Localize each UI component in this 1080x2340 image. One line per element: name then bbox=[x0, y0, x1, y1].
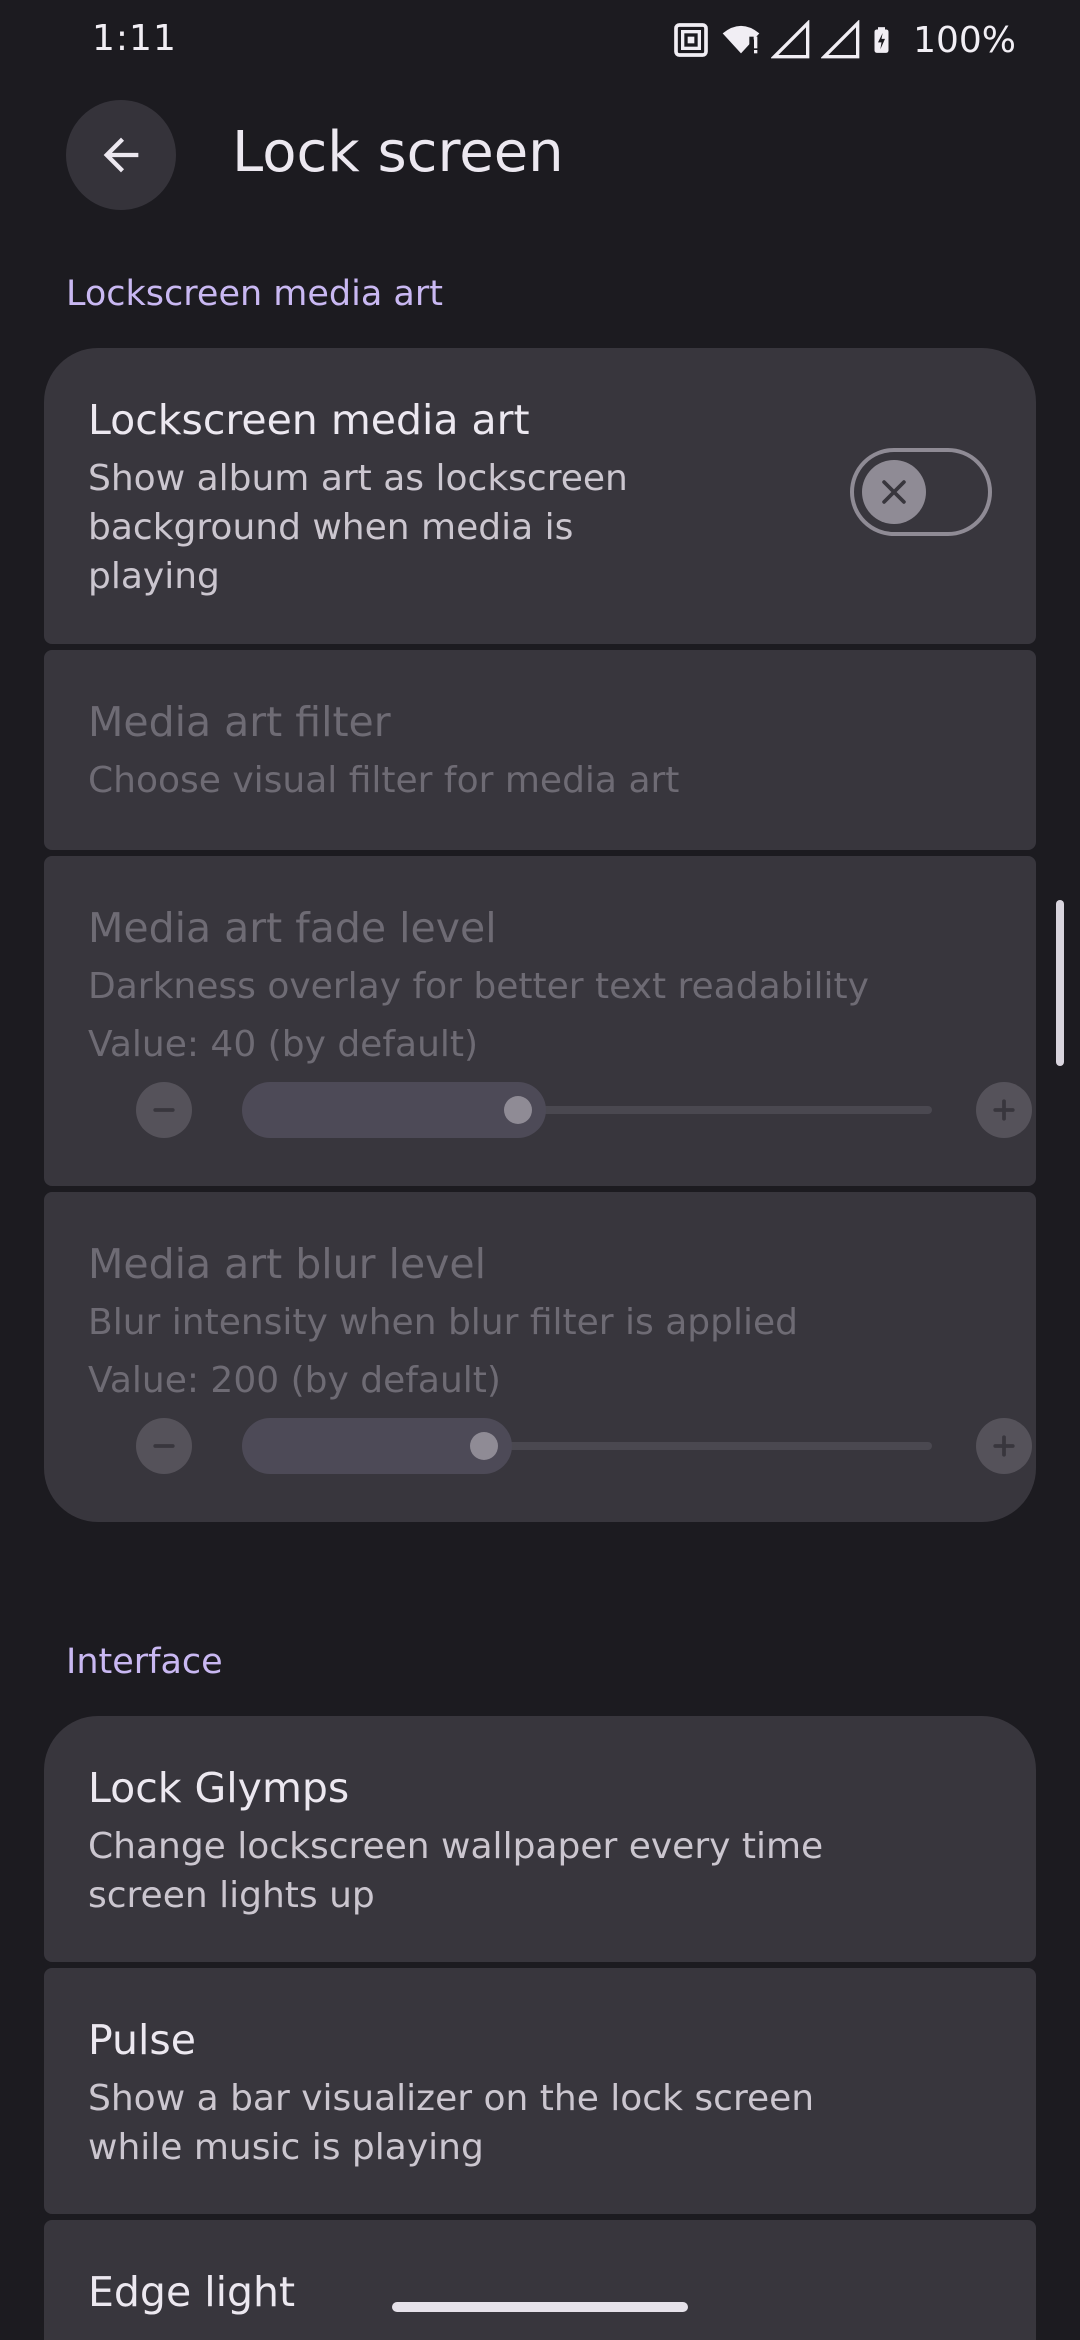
subtitle-line: background when media is bbox=[88, 507, 574, 548]
lock-screen-settings: 1:11 100% Lock screen Lockscreen media a… bbox=[0, 0, 1080, 2340]
setting-value: Value: 40 (by default) bbox=[88, 1024, 479, 1065]
subtitle-line: screen lights up bbox=[88, 1875, 375, 1916]
setting-title: Lock Glymps bbox=[88, 1764, 350, 1812]
signal-icon bbox=[771, 20, 810, 59]
setting-value: Value: 200 (by default) bbox=[88, 1360, 501, 1401]
subtitle-line: playing bbox=[88, 556, 220, 597]
setting-subtitle: Change lockscreen wallpaper every time s… bbox=[88, 1822, 823, 1920]
status-icons: 100% bbox=[671, 16, 1016, 64]
battery-charging-icon bbox=[874, 27, 889, 53]
slider-thumb[interactable] bbox=[469, 1432, 498, 1460]
setting-title: Media art filter bbox=[88, 698, 391, 746]
minus-icon bbox=[153, 1108, 175, 1112]
setting-title: Pulse bbox=[88, 2016, 196, 2064]
status-bar: 1:11 100% bbox=[0, 0, 1080, 80]
subtitle-line: while music is playing bbox=[88, 2127, 484, 2168]
setting-subtitle: Blur intensity when blur filter is appli… bbox=[88, 1302, 799, 1343]
setting-media-art-fade-level[interactable]: Media art fade level Darkness overlay fo… bbox=[44, 856, 1036, 1186]
fade-slider-row bbox=[88, 1080, 1032, 1140]
nfc-icon bbox=[674, 23, 708, 57]
page-title: Lock screen bbox=[232, 120, 564, 185]
slider-active-track bbox=[242, 1082, 546, 1138]
arrow-back-icon bbox=[103, 137, 139, 173]
subtitle-line: Show album art as lockscreen bbox=[88, 458, 628, 499]
plus-icon bbox=[993, 1435, 1015, 1457]
close-icon bbox=[882, 480, 906, 504]
toggle-thumb bbox=[862, 460, 926, 524]
setting-media-art-blur-level[interactable]: Media art blur level Blur intensity when… bbox=[44, 1192, 1036, 1522]
minus-icon bbox=[153, 1444, 175, 1448]
setting-title: Lockscreen media art bbox=[88, 396, 530, 444]
setting-subtitle: Darkness overlay for better text readabi… bbox=[88, 966, 869, 1007]
setting-subtitle: Show album art as lockscreen background … bbox=[88, 454, 628, 601]
subtitle-line: Show a bar visualizer on the lock screen bbox=[88, 2078, 815, 2119]
setting-title: Edge light bbox=[88, 2268, 296, 2316]
blur-slider-row bbox=[88, 1416, 1032, 1476]
increase-button[interactable] bbox=[976, 1082, 1032, 1138]
section-header-interface: Interface bbox=[66, 1642, 223, 1682]
setting-lock-glymps[interactable]: Lock Glymps Change lockscreen wallpaper … bbox=[44, 1716, 1036, 1962]
slider-thumb[interactable] bbox=[504, 1096, 532, 1124]
setting-edge-light[interactable]: Edge light bbox=[44, 2220, 1036, 2340]
increase-button[interactable] bbox=[976, 1418, 1032, 1474]
signal-icon bbox=[821, 20, 860, 59]
media-art-toggle[interactable] bbox=[850, 448, 992, 536]
setting-pulse[interactable]: Pulse Show a bar visualizer on the lock … bbox=[44, 1968, 1036, 2214]
wifi-icon bbox=[722, 25, 760, 54]
subtitle-line: Change lockscreen wallpaper every time bbox=[88, 1826, 824, 1867]
setting-title: Media art blur level bbox=[88, 1240, 487, 1288]
gesture-navigation-bar[interactable] bbox=[392, 2302, 688, 2312]
setting-title: Media art fade level bbox=[88, 904, 497, 952]
scrollbar[interactable] bbox=[1056, 900, 1064, 1066]
decrease-button[interactable] bbox=[136, 1418, 192, 1474]
back-button[interactable] bbox=[66, 100, 176, 210]
plus-icon bbox=[993, 1099, 1015, 1121]
setting-subtitle: Choose visual filter for media art bbox=[88, 760, 680, 801]
status-time: 1:11 bbox=[92, 18, 177, 59]
setting-subtitle: Show a bar visualizer on the lock screen… bbox=[88, 2074, 814, 2172]
decrease-button[interactable] bbox=[136, 1082, 192, 1138]
setting-media-art-filter[interactable]: Media art filter Choose visual filter fo… bbox=[44, 650, 1036, 850]
battery-percentage: 100% bbox=[913, 19, 1016, 61]
setting-lockscreen-media-art[interactable]: Lockscreen media art Show album art as l… bbox=[44, 348, 1036, 644]
section-header-media-art: Lockscreen media art bbox=[66, 274, 443, 314]
